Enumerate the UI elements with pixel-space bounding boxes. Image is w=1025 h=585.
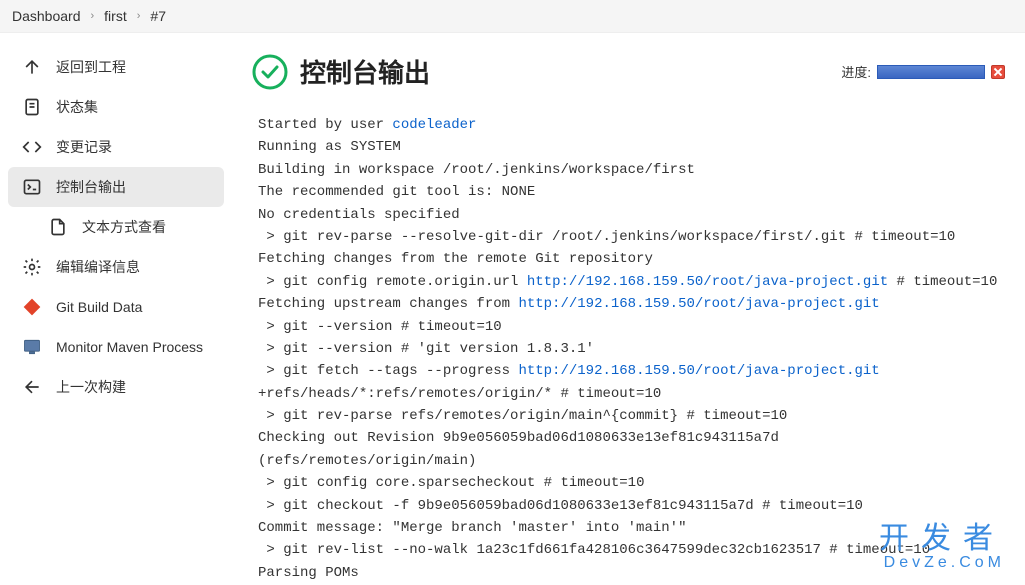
main-content: 控制台输出 进度: Started by user codeleader Run… <box>232 33 1025 582</box>
sidebar-item-label: Monitor Maven Process <box>56 339 203 355</box>
sidebar-item-changes[interactable]: 变更记录 <box>8 127 224 167</box>
document-icon <box>22 97 42 117</box>
arrow-left-icon <box>22 377 42 397</box>
sidebar-item-label: Git Build Data <box>56 299 142 315</box>
sidebar-item-label: 变更记录 <box>56 137 112 157</box>
repo-url-link[interactable]: http://192.168.159.50/root/java-project.… <box>518 363 879 379</box>
sidebar-item-edit-build-info[interactable]: 编辑编译信息 <box>8 247 224 287</box>
sidebar-item-git-build-data[interactable]: Git Build Data <box>8 287 224 327</box>
chevron-right-icon: › <box>91 10 95 22</box>
sidebar-item-label: 文本方式查看 <box>82 217 166 237</box>
sidebar-item-monitor-maven[interactable]: Monitor Maven Process <box>8 327 224 367</box>
gear-icon <box>22 257 42 277</box>
repo-url-link[interactable]: http://192.168.159.50/root/java-project.… <box>518 296 879 312</box>
user-link[interactable]: codeleader <box>392 117 476 133</box>
breadcrumb: Dashboard › first › #7 <box>0 0 1025 33</box>
breadcrumb-first[interactable]: first <box>104 8 127 24</box>
sidebar-item-back-to-project[interactable]: 返回到工程 <box>8 47 224 87</box>
sidebar-item-label: 返回到工程 <box>56 57 126 77</box>
cancel-button[interactable] <box>991 65 1005 79</box>
sidebar-item-view-as-text[interactable]: 文本方式查看 <box>8 207 224 247</box>
code-icon <box>22 137 42 157</box>
terminal-icon <box>22 177 42 197</box>
progress-label: 进度: <box>841 62 871 81</box>
breadcrumb-build-7[interactable]: #7 <box>150 8 166 24</box>
page-title: 控制台输出 <box>300 53 430 90</box>
breadcrumb-dashboard[interactable]: Dashboard <box>12 8 81 24</box>
arrow-up-icon <box>22 57 42 77</box>
monitor-icon <box>22 337 42 357</box>
chevron-right-icon: › <box>137 10 141 22</box>
file-icon <box>48 217 68 237</box>
sidebar-item-label: 状态集 <box>56 97 98 117</box>
sidebar-item-label: 编辑编译信息 <box>56 257 140 277</box>
repo-url-link[interactable]: http://192.168.159.50/root/java-project.… <box>527 274 888 290</box>
git-icon <box>22 297 42 317</box>
sidebar: 返回到工程 状态集 变更记录 控制台输出 文本方式查看 编辑编译信息 Git B… <box>0 33 232 582</box>
sidebar-item-status[interactable]: 状态集 <box>8 87 224 127</box>
progress-bar <box>877 65 985 79</box>
console-output: Started by user codeleader Running as SY… <box>252 114 1005 582</box>
progress-group: 进度: <box>841 62 1005 81</box>
success-icon <box>252 54 288 90</box>
sidebar-item-previous-build[interactable]: 上一次构建 <box>8 367 224 407</box>
sidebar-item-label: 控制台输出 <box>56 177 126 197</box>
sidebar-item-console-output[interactable]: 控制台输出 <box>8 167 224 207</box>
sidebar-item-label: 上一次构建 <box>56 377 126 397</box>
